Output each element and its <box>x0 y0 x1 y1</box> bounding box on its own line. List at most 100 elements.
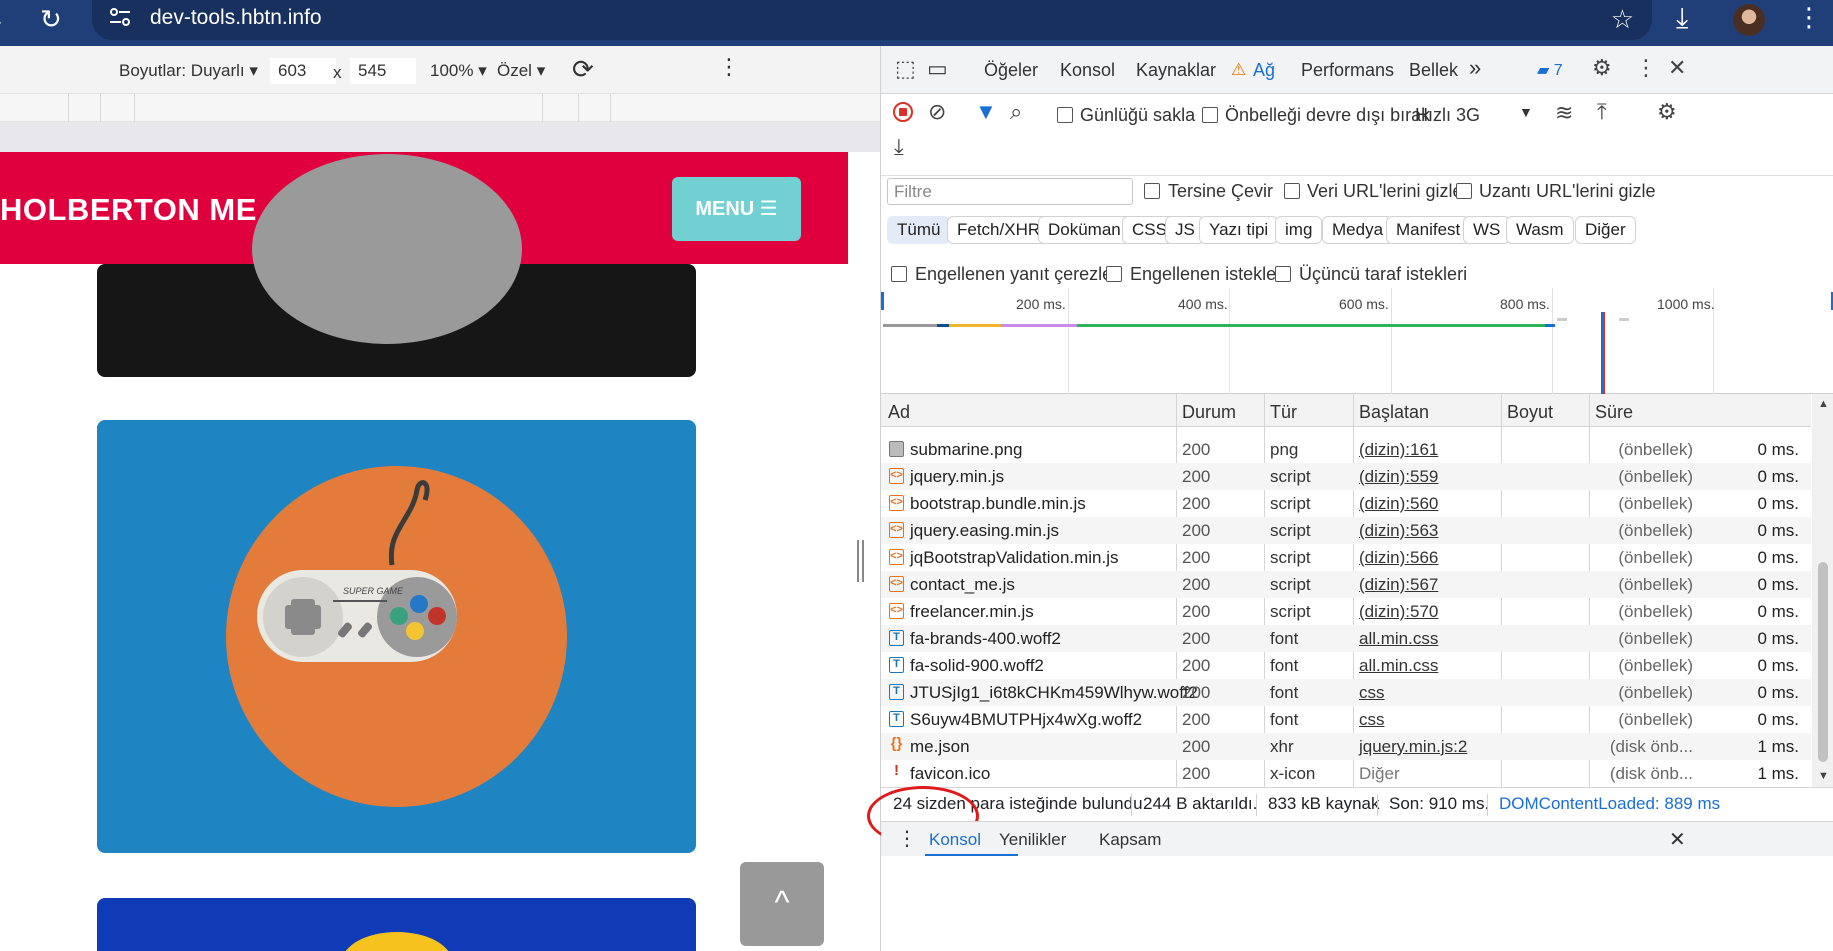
request-initiator[interactable]: (dizin):570 <box>1359 602 1438 622</box>
request-initiator[interactable]: (dizin):563 <box>1359 521 1438 541</box>
device-toggle-icon[interactable]: ▭ <box>927 56 948 82</box>
table-row[interactable]: <> jquery.min.js 200 script (dizin):559 (önbe… <box>881 463 1811 490</box>
invert-checkbox[interactable] <box>1144 183 1160 199</box>
col-status[interactable]: Durum <box>1182 402 1236 423</box>
address-bar[interactable]: dev-tools.hbtn.info ☆ <box>92 0 1652 40</box>
request-initiator[interactable]: (dizin):161 <box>1359 440 1438 460</box>
preserve-log-checkbox[interactable] <box>1057 107 1073 123</box>
search-icon[interactable]: ⌕ <box>1010 99 1022 125</box>
table-row[interactable]: T S6uyw4BMUTPHjx4wXg.woff2 200 font css (önbe… <box>881 706 1811 733</box>
close-devtools-icon[interactable]: ✕ <box>1668 55 1686 81</box>
record-stop-icon[interactable] <box>892 101 914 129</box>
chip-fetch-xhr[interactable]: Fetch/XHR <box>947 216 1051 244</box>
request-initiator[interactable]: (dizin):559 <box>1359 467 1438 487</box>
drawer-menu-icon[interactable]: ⋮ <box>897 826 917 851</box>
col-size[interactable]: Boyut <box>1507 402 1553 423</box>
drawer-tab-whats-new[interactable]: Yenilikler <box>999 830 1066 850</box>
throttle-dropdown[interactable]: Özel ▾ <box>497 61 545 81</box>
chip-ws[interactable]: WS <box>1463 216 1511 244</box>
width-input[interactable]: 603 <box>270 58 336 84</box>
chip-all[interactable]: Tümü <box>887 216 951 244</box>
col-type[interactable]: Tür <box>1270 402 1297 423</box>
panel-splitter[interactable] <box>857 540 865 582</box>
throttling-chevron-icon[interactable]: ▼ <box>1519 104 1533 120</box>
tab-sources[interactable]: Kaynaklar <box>1136 60 1216 81</box>
height-input[interactable]: 545 <box>350 58 416 84</box>
third-party-checkbox[interactable] <box>1275 266 1291 282</box>
hide-extension-urls-checkbox[interactable] <box>1456 183 1472 199</box>
col-initiator[interactable]: Başlatan <box>1359 402 1429 423</box>
chip-img[interactable]: img <box>1275 216 1323 244</box>
browser-menu-icon[interactable]: ⋮ <box>1796 2 1822 33</box>
dimensions-dropdown[interactable]: Boyutlar: Duyarlı ▾ <box>119 61 258 81</box>
chip-other[interactable]: Diğer <box>1575 216 1636 244</box>
tab-network[interactable]: Ağ <box>1253 60 1275 81</box>
request-initiator[interactable]: (dizin):567 <box>1359 575 1438 595</box>
portfolio-card-next[interactable] <box>97 898 696 951</box>
request-initiator[interactable]: jquery.min.js:2 <box>1359 737 1467 757</box>
table-row[interactable]: <> jquery.easing.min.js 200 script (dizin):5… <box>881 517 1811 544</box>
tab-console[interactable]: Konsol <box>1060 60 1115 81</box>
scroll-down-icon[interactable]: ▼ <box>1818 770 1829 782</box>
table-row[interactable]: Tfa-brands-400.woff2 200 font all.min.css (ö… <box>881 625 1811 652</box>
tab-elements[interactable]: Öğeler <box>984 60 1038 81</box>
drawer-tab-console[interactable]: Konsol <box>929 830 981 850</box>
blocked-cookies-checkbox[interactable] <box>891 266 907 282</box>
chip-document[interactable]: Doküman <box>1038 216 1131 244</box>
scroll-up-icon[interactable]: ▲ <box>1818 398 1829 410</box>
throttling-select[interactable]: Hızlı 3G <box>1415 105 1480 126</box>
devtools-menu-icon[interactable]: ⋮ <box>1635 55 1657 81</box>
request-initiator[interactable]: (dizin):566 <box>1359 548 1438 568</box>
rotate-icon[interactable]: ⟳ <box>572 54 594 85</box>
table-row[interactable]: <> contact_me.js 200 script (dizin):567 (önbe… <box>881 571 1811 598</box>
scroll-to-top-button[interactable]: ^ <box>740 862 824 946</box>
drawer-tab-coverage[interactable]: Kapsam <box>1099 830 1161 850</box>
request-initiator[interactable]: css <box>1359 683 1385 703</box>
issues-badge[interactable]: ▰ 7 <box>1537 60 1563 80</box>
portfolio-card-game[interactable]: SUPER GAME <box>97 420 696 853</box>
site-settings-icon[interactable] <box>108 7 134 31</box>
request-initiator[interactable]: all.min.css <box>1359 656 1438 676</box>
col-time[interactable]: Süre <box>1595 402 1633 423</box>
site-brand[interactable]: HOLBERTON ME <box>0 192 257 228</box>
chip-manifest[interactable]: Manifest <box>1386 216 1471 244</box>
reload-icon[interactable]: ↻ <box>40 4 62 35</box>
table-row[interactable]: Tfa-solid-900.woff2 200 font all.min.css (ön… <box>881 652 1811 679</box>
table-row[interactable]: submarine.png 200 png (dizin):161 (önbellek)… <box>881 436 1811 463</box>
disable-cache-checkbox[interactable] <box>1202 107 1218 123</box>
close-drawer-icon[interactable]: ✕ <box>1669 827 1686 852</box>
network-overview-timeline[interactable]: 200 ms. 400 ms. 600 ms. 800 ms. 1000 ms. <box>881 288 1833 394</box>
inspect-element-icon[interactable]: ⬚ <box>895 56 916 82</box>
network-conditions-icon[interactable]: ≋ <box>1555 100 1573 126</box>
export-har-icon[interactable]: ⤓ <box>894 134 904 160</box>
request-initiator[interactable]: (dizin):560 <box>1359 494 1438 514</box>
tab-performance[interactable]: Performans <box>1301 60 1394 81</box>
range-handle-left[interactable] <box>881 292 884 310</box>
scrollbar-thumb[interactable] <box>1818 562 1828 762</box>
table-row[interactable]: T JTUSjIg1_i6t8kCHKm459Wlhyw.woff2 200 font… <box>881 679 1811 706</box>
hide-data-urls-checkbox[interactable] <box>1284 183 1300 199</box>
forward-icon[interactable]: › <box>0 8 2 36</box>
chip-wasm[interactable]: Wasm <box>1506 216 1574 244</box>
table-row[interactable]: <> freelancer.min.js 200 script (dizin):570 (… <box>881 598 1811 625</box>
import-har-icon[interactable]: ⤒ <box>1597 99 1607 125</box>
bookmark-star-icon[interactable]: ☆ <box>1611 4 1634 35</box>
network-settings-icon[interactable]: ⚙ <box>1657 99 1677 125</box>
filter-input[interactable]: Filtre <box>887 178 1133 205</box>
download-icon[interactable]: ⤓ <box>1676 2 1688 35</box>
avatar[interactable] <box>1733 4 1765 36</box>
table-row[interactable]: <> jqBootstrapValidation.min.js 200 script (… <box>881 544 1811 571</box>
table-scrollbar[interactable]: ▲ ▼ <box>1812 394 1833 787</box>
request-initiator[interactable]: css <box>1359 710 1385 730</box>
chip-font[interactable]: Yazı tipi <box>1199 216 1279 244</box>
tab-memory[interactable]: Bellek <box>1409 60 1458 81</box>
table-row[interactable]: ! favicon.ico 200 x-icon Diğer (disk önb... 1 … <box>881 760 1811 787</box>
menu-button[interactable]: MENU ☰ <box>672 177 801 241</box>
col-name[interactable]: Ad <box>888 402 910 423</box>
filter-funnel-icon[interactable]: ▼ <box>975 99 997 125</box>
table-row[interactable]: {} me.json 200 xhr jquery.min.js:2 (disk önb.… <box>881 733 1811 760</box>
blocked-requests-checkbox[interactable] <box>1106 266 1122 282</box>
table-row[interactable]: <> bootstrap.bundle.min.js 200 script (dizin… <box>881 490 1811 517</box>
portfolio-card-cake[interactable] <box>97 154 696 377</box>
more-tabs-icon[interactable]: » <box>1469 55 1481 81</box>
